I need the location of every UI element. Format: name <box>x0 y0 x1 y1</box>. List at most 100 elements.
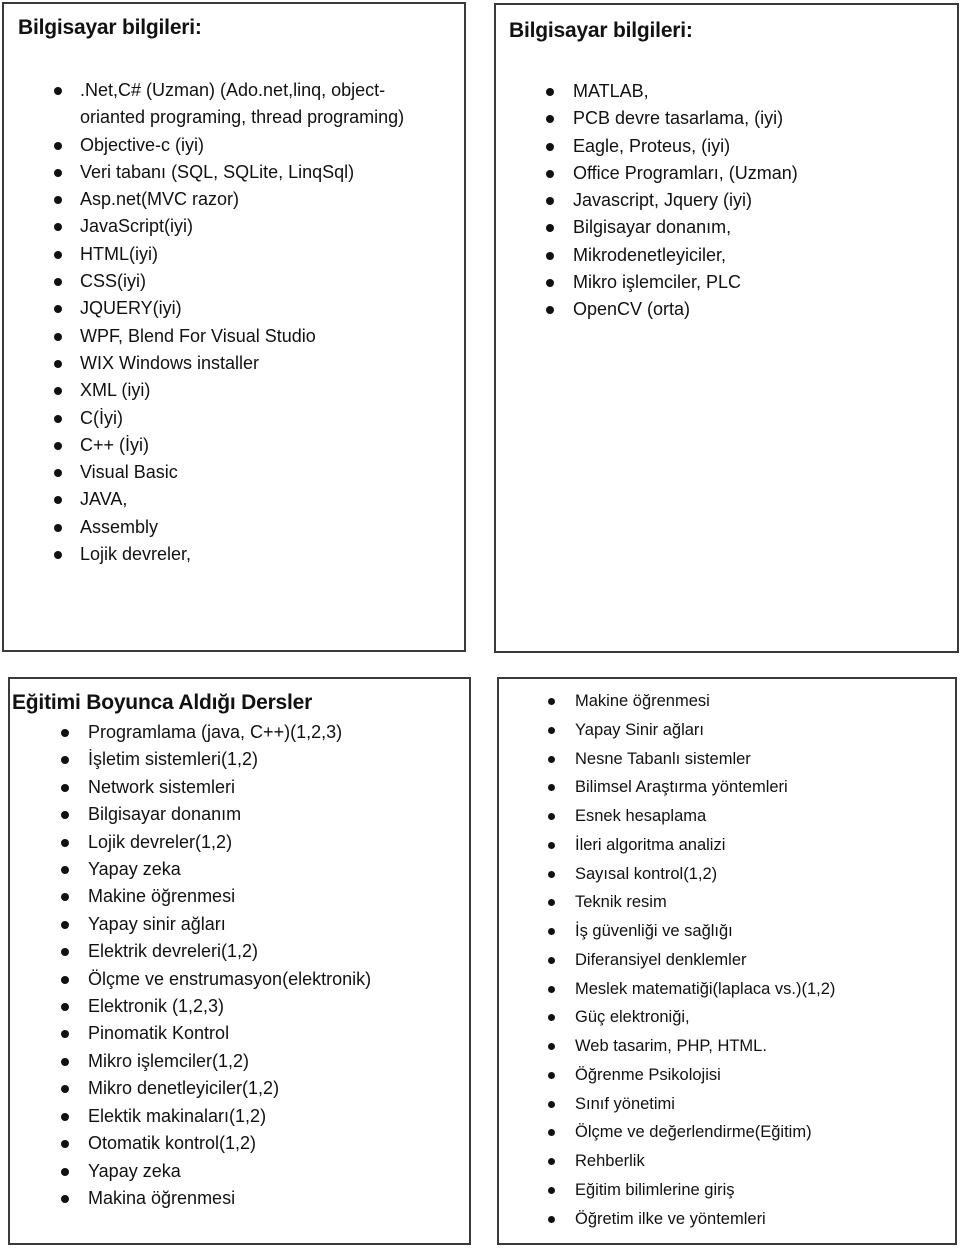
bullet-icon <box>61 1003 69 1012</box>
bullet-icon <box>548 870 555 878</box>
list-item-text: Eagle, Proteus, (iyi) <box>573 135 731 156</box>
list-item-text: Veri tabanı (SQL, SQLite, LinqSql) <box>80 161 355 182</box>
bullet-icon <box>548 1129 555 1137</box>
list-item-text: Makine öğrenmesi <box>88 886 236 907</box>
list-item-text: Pinomatik Kontrol <box>88 1023 230 1044</box>
list-item-text: XML (iyi) <box>80 380 151 401</box>
list-item-text: Makine öğrenmesi <box>575 692 710 710</box>
bullet-icon <box>54 441 62 450</box>
list-item: Eagle, Proteus, (iyi) <box>546 133 798 160</box>
bullet-icon <box>61 1167 69 1176</box>
courses-box-1: Eğitimi Boyunca Aldığı Dersler Programla… <box>8 677 471 1245</box>
bullet-icon <box>61 866 69 875</box>
list-item-text: Bilimsel Araştırma yöntemleri <box>575 778 788 797</box>
bullet-icon <box>61 1112 69 1121</box>
bullet-icon <box>54 87 62 95</box>
list-item: Makina öğrenmesi <box>61 1185 371 1212</box>
list-item: Makine öğrenmesi <box>548 687 835 716</box>
bullet-icon <box>54 387 62 396</box>
bullet-icon <box>61 783 69 792</box>
bullet-icon <box>61 1194 69 1203</box>
bullet-icon <box>61 811 69 820</box>
list-item-text: Yapay zeka <box>88 1160 181 1181</box>
list-item-text: JAVA, <box>80 489 128 510</box>
list-item: MATLAB, <box>546 78 798 105</box>
list-item-text: Web tasarim, PHP, HTML. <box>575 1037 767 1055</box>
list-item-text: PCB devre tasarlama, (iyi) <box>573 108 784 129</box>
list-item-text: Güç elektroniği, <box>575 1008 690 1027</box>
bullet-icon <box>548 813 555 820</box>
bullet-icon <box>546 224 554 233</box>
bullet-icon <box>548 956 555 964</box>
list-item: Makine öğrenmesi <box>61 883 371 910</box>
list-item-text: Visual Basic <box>80 462 178 483</box>
bullet-icon <box>548 841 555 849</box>
list-item-text: Teknik resim <box>575 893 667 912</box>
bullet-icon <box>546 279 554 288</box>
list-item: Öğretim ilke ve yöntemleri <box>548 1205 835 1234</box>
bullet-icon <box>61 838 69 847</box>
list-item: Yapay zeka <box>61 856 371 883</box>
bullet-icon <box>54 496 62 505</box>
list-item: Web tasarim, PHP, HTML. <box>548 1032 835 1061</box>
skills-list: .Net,C# (Uzman) (Ado.net,linq, object-or… <box>54 77 410 568</box>
bullet-icon <box>54 223 62 232</box>
courses-list: Makine öğrenmesi Yapay Sinir ağları Nesne … <box>548 687 836 1234</box>
bullet-icon <box>548 1043 555 1050</box>
list-item-text: Meslek matematiği(laplaca vs.)(1,2) <box>575 979 836 998</box>
list-item-text: Office Programları, (Uzman) <box>573 162 798 183</box>
list-item-text: MATLAB, <box>573 81 649 101</box>
bullet-icon <box>54 469 62 478</box>
list-item-text: Bilgisayar donanım <box>88 804 242 825</box>
list-item-text: Mikrodenetleyiciler, <box>573 244 727 265</box>
list-item-text: Mikro işlemciler(1,2) <box>88 1050 250 1071</box>
list-item-text: Diferansiyel denklemler <box>575 950 747 969</box>
list-item: Mikro denetleyiciler(1,2) <box>61 1075 371 1102</box>
list-item: Mikro işlemciler, PLC <box>546 269 798 296</box>
list-item-text: Yapay Sinir ağları <box>575 720 705 739</box>
list-item: XML (iyi) <box>54 377 410 404</box>
bullet-icon <box>54 414 62 423</box>
list-item: HTML(iyi) <box>54 241 410 268</box>
bullet-icon <box>546 142 554 151</box>
list-item: Ölçme ve değerlendirme(Eğitim) <box>548 1118 835 1147</box>
bullet-icon <box>548 1186 555 1194</box>
list-item-text: Öğretim ilke ve yöntemleri <box>575 1209 766 1228</box>
list-item: Yapay zeka <box>61 1158 371 1185</box>
bullet-icon <box>548 985 555 993</box>
bullet-icon <box>548 1215 555 1223</box>
section-title: Bilgisayar bilgileri: <box>18 16 202 39</box>
list-item-text: Lojik devreler, <box>80 544 192 565</box>
list-item-text: Sınıf yönetimi <box>575 1094 675 1113</box>
list-item-text: Otomatik kontrol(1,2) <box>88 1133 257 1154</box>
list-item: Javascript, Jquery (iyi) <box>546 187 798 214</box>
bullet-icon <box>548 726 555 734</box>
list-item-text: Eğitim bilimlerine giriş <box>575 1180 735 1199</box>
bullet-icon <box>546 88 554 96</box>
list-item: Lojik devreler, <box>54 541 410 568</box>
list-item-text: WPF, Blend For Visual Studio <box>80 325 316 346</box>
list-item: Pinomatik Kontrol <box>61 1020 371 1047</box>
bullet-icon <box>61 948 69 957</box>
bullet-icon <box>61 1030 69 1039</box>
list-item-text: Javascript, Jquery (iyi) <box>573 190 753 211</box>
list-item: WPF, Blend For Visual Studio <box>54 323 410 350</box>
list-item-text: CSS(iyi) <box>80 271 146 292</box>
list-item: Mikro işlemciler(1,2) <box>61 1048 371 1075</box>
list-item: İş güvenliği ve sağlığı <box>548 917 835 946</box>
list-item: Veri tabanı (SQL, SQLite, LinqSql) <box>54 159 410 186</box>
list-item: JQUERY(iyi) <box>54 295 410 322</box>
bullet-icon <box>548 784 555 792</box>
list-item: CSS(iyi) <box>54 268 410 295</box>
list-item: Ölçme ve enstrumasyon(elektronik) <box>61 966 372 993</box>
list-item-text: Elektrik devreleri(1,2) <box>88 941 259 962</box>
list-item-text: OpenCV (orta) <box>573 299 691 320</box>
list-item-text: C++ (İyi) <box>80 434 150 455</box>
list-item-text: Assembly <box>80 516 159 537</box>
list-item-text: Ölçme ve enstrumasyon(elektronik) <box>88 968 372 989</box>
list-item: Elektik makinaları(1,2) <box>61 1103 371 1130</box>
bullet-icon <box>61 756 69 765</box>
list-item-text: Asp.net(MVC razor) <box>80 189 240 210</box>
list-item: Teknik resim <box>548 888 835 917</box>
list-item: Nesne Tabanlı sistemler <box>548 745 835 774</box>
